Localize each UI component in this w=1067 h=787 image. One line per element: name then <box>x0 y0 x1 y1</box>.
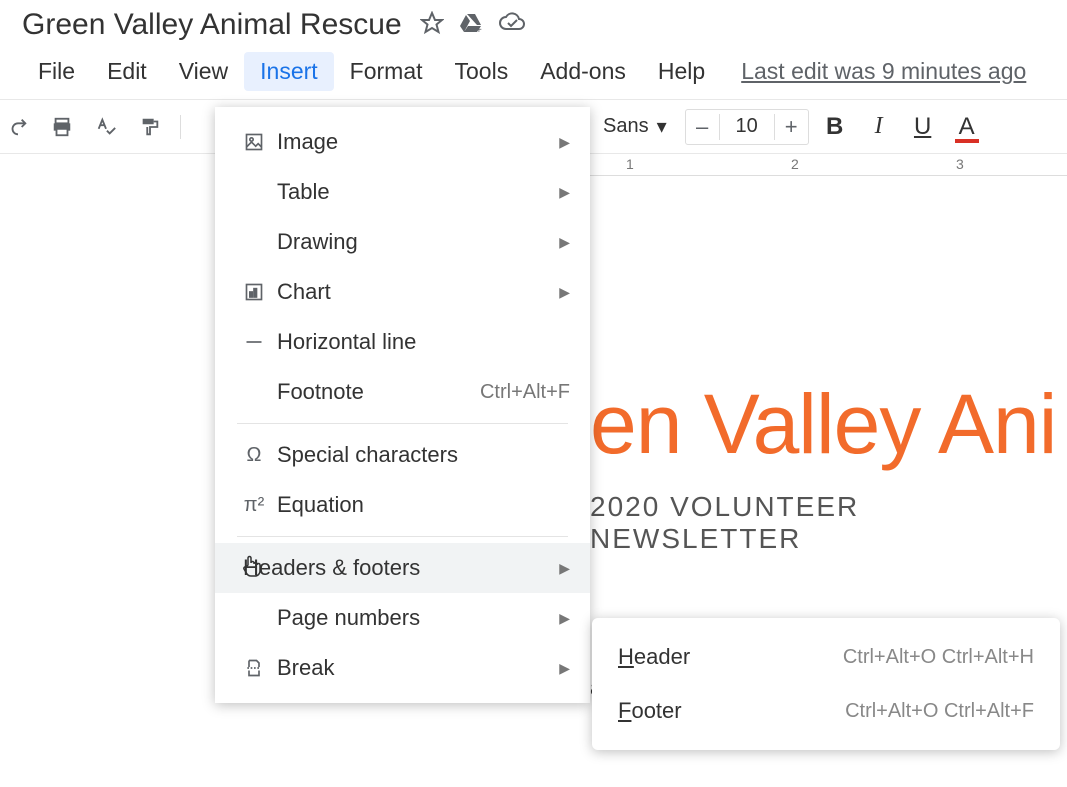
font-size-increase[interactable]: + <box>774 114 808 140</box>
text-color-button[interactable]: A <box>949 113 985 141</box>
menu-label: Chart <box>271 279 549 305</box>
submenu-label: Header <box>618 644 843 670</box>
document-title[interactable]: Green Valley Animal Rescue <box>22 8 402 42</box>
underline-button[interactable]: U <box>905 113 941 141</box>
menu-page-numbers[interactable]: Page numbers ▶ <box>215 593 590 643</box>
menu-format[interactable]: Format <box>334 52 439 91</box>
page-break-icon <box>237 658 271 678</box>
drive-icon[interactable]: + <box>458 11 484 40</box>
menu-view[interactable]: View <box>163 52 244 91</box>
star-icon[interactable] <box>420 11 444 40</box>
headers-footers-submenu: Header Ctrl+Alt+O Ctrl+Alt+H Footer Ctrl… <box>592 618 1060 750</box>
menu-label: Equation <box>271 492 570 518</box>
menu-label: Drawing <box>271 229 549 255</box>
chevron-right-icon: ▶ <box>559 234 570 251</box>
redo-icon[interactable] <box>0 109 36 145</box>
menu-table[interactable]: Table ▶ <box>215 167 590 217</box>
bold-button[interactable]: B <box>817 113 853 141</box>
insert-dropdown: Image ▶ Table ▶ Drawing ▶ Chart ▶ Horizo… <box>215 107 590 703</box>
menu-horizontal-line[interactable]: Horizontal line <box>215 317 590 367</box>
omega-icon: Ω <box>237 444 271 467</box>
chevron-down-icon: ▾ <box>657 114 667 139</box>
last-edit-link[interactable]: Last edit was 9 minutes ago <box>741 58 1026 85</box>
chevron-right-icon: ▶ <box>559 560 570 577</box>
menu-divider <box>237 423 568 424</box>
menu-addons[interactable]: Add-ons <box>524 52 642 91</box>
menu-label: Table <box>271 179 549 205</box>
ruler-mark: 2 <box>791 156 799 172</box>
submenu-shortcut: Ctrl+Alt+O Ctrl+Alt+F <box>845 700 1034 723</box>
svg-text:+: + <box>476 25 482 35</box>
title-icons: + <box>420 11 526 40</box>
menu-label: Page numbers <box>271 605 549 631</box>
chevron-right-icon: ▶ <box>559 184 570 201</box>
ruler-mark: 3 <box>956 156 964 172</box>
toolbar-separator <box>180 115 181 139</box>
menu-shortcut: Ctrl+Alt+F <box>480 381 570 404</box>
font-size-value[interactable]: 10 <box>720 115 774 138</box>
italic-button[interactable]: I <box>861 113 897 140</box>
document-subheading[interactable]: 2020 VOLUNTEER NEWSLETTER <box>590 491 1067 555</box>
cloud-saved-icon[interactable] <box>498 11 526 40</box>
menu-equation[interactable]: π² Equation <box>215 480 590 530</box>
chevron-right-icon: ▶ <box>559 134 570 151</box>
title-row: Green Valley Animal Rescue + <box>0 0 1067 42</box>
pi-icon: π² <box>237 494 271 517</box>
print-icon[interactable] <box>44 109 80 145</box>
menu-image[interactable]: Image ▶ <box>215 117 590 167</box>
hline-icon <box>237 332 271 352</box>
document-heading[interactable]: en Valley Ani <box>590 376 1067 473</box>
menu-drawing[interactable]: Drawing ▶ <box>215 217 590 267</box>
cursor-hand-icon <box>235 553 269 579</box>
menu-label: Headers & footers <box>237 555 549 581</box>
submenu-shortcut: Ctrl+Alt+O Ctrl+Alt+H <box>843 646 1034 669</box>
chevron-right-icon: ▶ <box>559 610 570 627</box>
ruler[interactable]: 1 2 3 <box>586 154 1067 176</box>
menu-label: Break <box>271 655 549 681</box>
font-size-stepper: – 10 + <box>685 109 809 145</box>
menu-headers-footers[interactable]: Headers & footers ▶ <box>215 543 590 593</box>
font-size-decrease[interactable]: – <box>686 114 720 140</box>
menu-label: Horizontal line <box>271 329 570 355</box>
ruler-mark: 1 <box>626 156 634 172</box>
chevron-right-icon: ▶ <box>559 660 570 677</box>
menu-edit[interactable]: Edit <box>91 52 163 91</box>
submenu-label: Footer <box>618 698 845 724</box>
menu-break[interactable]: Break ▶ <box>215 643 590 693</box>
image-icon <box>237 132 271 152</box>
menu-chart[interactable]: Chart ▶ <box>215 267 590 317</box>
spellcheck-icon[interactable] <box>88 109 124 145</box>
menu-label: Special characters <box>271 442 570 468</box>
menu-special-characters[interactable]: Ω Special characters <box>215 430 590 480</box>
menu-label: Footnote <box>271 379 480 405</box>
menu-tools[interactable]: Tools <box>439 52 525 91</box>
submenu-footer[interactable]: Footer Ctrl+Alt+O Ctrl+Alt+F <box>592 684 1060 738</box>
menubar: File Edit View Insert Format Tools Add-o… <box>0 42 1067 100</box>
menu-insert[interactable]: Insert <box>244 52 334 91</box>
menu-divider <box>237 536 568 537</box>
chevron-right-icon: ▶ <box>559 284 570 301</box>
font-name-label: Sans <box>603 115 649 138</box>
paint-format-icon[interactable] <box>132 109 168 145</box>
font-family-picker[interactable]: Sans ▾ <box>593 114 677 139</box>
menu-label: Image <box>271 129 549 155</box>
menu-help[interactable]: Help <box>642 52 721 91</box>
chart-icon <box>237 282 271 302</box>
menu-file[interactable]: File <box>22 52 91 91</box>
menu-footnote[interactable]: Footnote Ctrl+Alt+F <box>215 367 590 417</box>
submenu-header[interactable]: Header Ctrl+Alt+O Ctrl+Alt+H <box>592 630 1060 684</box>
